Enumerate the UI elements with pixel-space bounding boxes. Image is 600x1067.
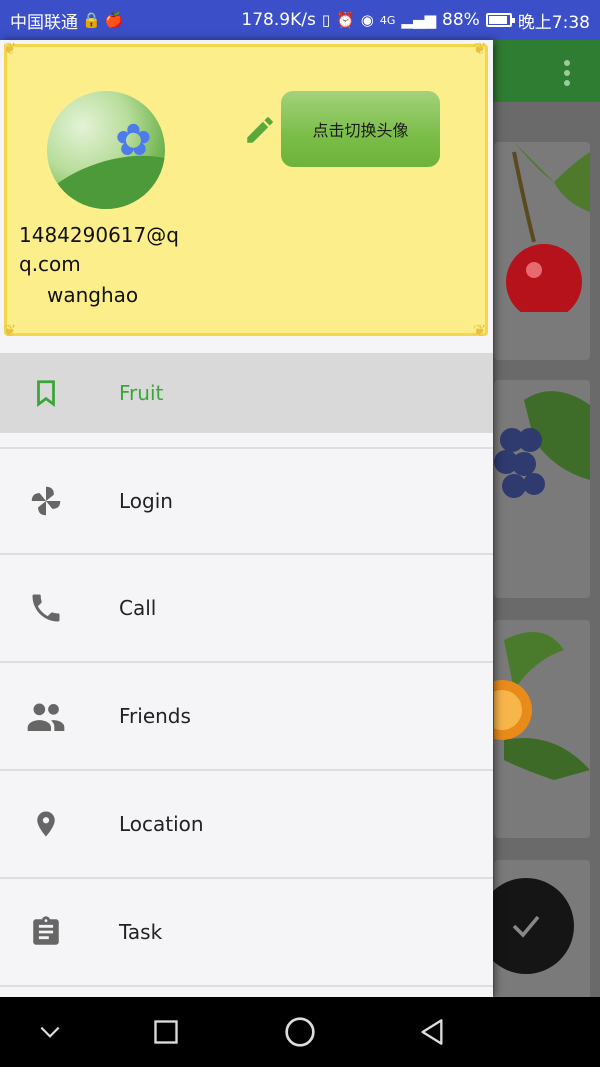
battery-percent: 88% — [442, 10, 480, 30]
menu-item-fruit[interactable]: Fruit — [0, 353, 493, 433]
menu-item-call[interactable]: Call — [0, 555, 493, 663]
menu-item-label: Friends — [119, 704, 191, 728]
menu-item-task[interactable]: Task — [0, 879, 493, 987]
menu-item-label: Task — [119, 920, 163, 944]
people-icon — [26, 696, 66, 736]
recents-square-icon[interactable] — [148, 1014, 184, 1050]
app-notification-icon: 🍎 — [104, 11, 124, 29]
pinwheel-icon — [26, 481, 66, 521]
user-name: wanghao — [47, 283, 139, 307]
clipboard-icon — [26, 912, 66, 952]
menu-item-friends[interactable]: Friends — [0, 663, 493, 771]
system-nav-bar — [0, 997, 600, 1067]
carrier-name: 中国联通 — [10, 12, 78, 33]
status-bar: 中国联通 🔒 🍎 178.9K/s ▯ ⏰ ◉ 4G ▂▄▆ 88% 晚上7:3… — [0, 0, 600, 40]
network-speed: 178.9K/s — [241, 10, 316, 30]
drawer-menu: Fruit Login Call Friends Location Task — [0, 353, 493, 987]
avatar[interactable]: ✿ — [47, 91, 165, 209]
menu-item-label: Call — [119, 596, 157, 620]
switch-avatar-button[interactable]: 点击切换头像 — [281, 91, 440, 167]
corner-ornament-icon: ❦ — [3, 40, 17, 58]
location-pin-icon — [26, 804, 66, 844]
corner-ornament-icon: ❦ — [3, 321, 17, 340]
signal-icon: ▂▄▆ — [401, 11, 437, 29]
navigation-drawer: ❦ ❦ ❦ ❦ ✿ 点击切换头像 1484290617@qq.com wangh… — [0, 40, 493, 997]
home-circle-icon[interactable] — [282, 1014, 318, 1050]
menu-item-login[interactable]: Login — [0, 447, 493, 555]
menu-item-label: Location — [119, 812, 204, 836]
corner-ornament-icon: ❦ — [473, 40, 487, 58]
eye-icon: ◉ — [360, 11, 374, 29]
clock-time: 晚上7:38 — [517, 12, 590, 33]
phone-icon — [26, 588, 66, 628]
bookmark-icon — [26, 373, 66, 413]
flower-avatar-icon: ✿ — [115, 115, 152, 166]
user-email: 1484290617@qq.com — [19, 223, 179, 276]
pencil-icon[interactable] — [243, 113, 277, 147]
drawer-header: ❦ ❦ ❦ ❦ ✿ 点击切换头像 1484290617@qq.com wangh… — [3, 40, 488, 340]
signal-label: 4G — [379, 13, 396, 27]
menu-item-label: Fruit — [119, 381, 164, 405]
lock-icon: 🔒 — [82, 11, 101, 29]
corner-ornament-icon: ❦ — [473, 321, 487, 340]
chevron-down-icon[interactable] — [32, 1014, 68, 1050]
menu-item-label: Login — [119, 489, 173, 513]
menu-item-location[interactable]: Location — [0, 771, 493, 879]
back-triangle-icon[interactable] — [414, 1014, 450, 1050]
vibrate-icon: ▯ — [321, 11, 331, 29]
alarm-icon: ⏰ — [336, 11, 355, 29]
battery-icon — [485, 13, 515, 27]
